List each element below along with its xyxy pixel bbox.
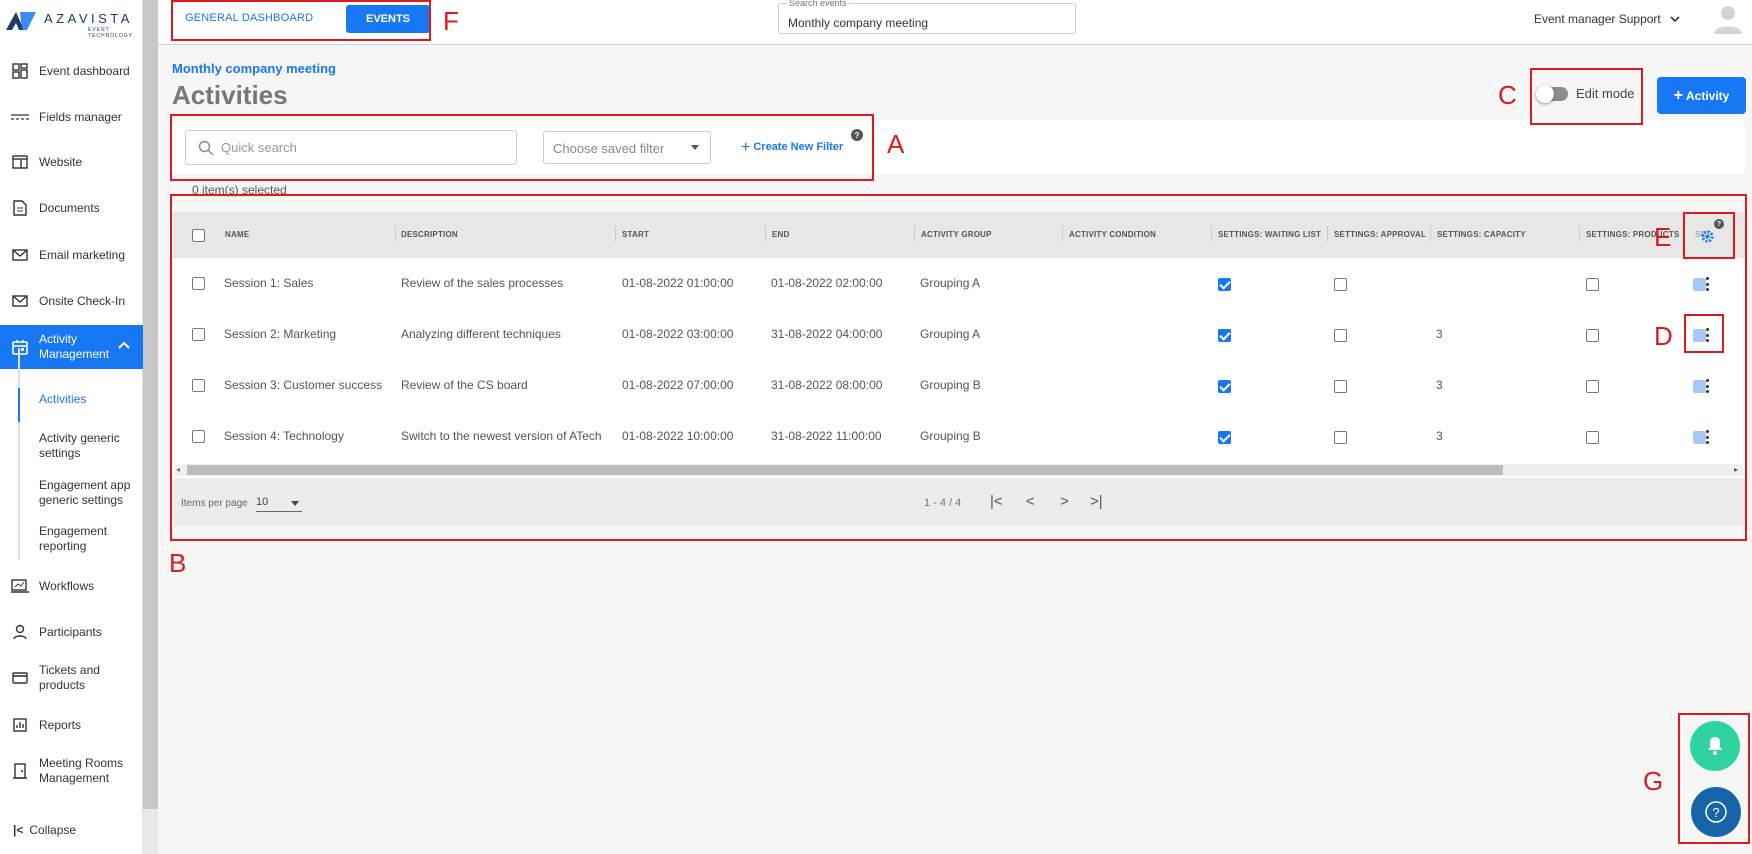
subitem-engagement-reporting[interactable]: Engagement reporting	[39, 524, 139, 554]
sidebar-item-documents[interactable]: Documents	[0, 199, 143, 217]
collapse-label: Collapse	[29, 823, 77, 837]
logo-text: AZAVISTA	[44, 11, 133, 26]
sidebar-item-meeting-rooms[interactable]: Meeting Rooms Management	[0, 747, 143, 795]
annotation-label-g: G	[1643, 766, 1664, 796]
annotation-box-e	[1683, 212, 1735, 259]
annotation-label-a: A	[887, 129, 905, 159]
annotation-box-b	[170, 194, 1747, 541]
subitem-activity-generic-settings[interactable]: Activity generic settings	[39, 431, 139, 461]
sidebar-item-website[interactable]: Website	[0, 153, 143, 171]
search-events-label: Search events	[787, 0, 849, 8]
sidebar-scrollbar[interactable]	[143, 0, 158, 809]
person-icon	[11, 623, 29, 641]
annotation-label-b: B	[169, 548, 187, 578]
add-activity-label: Activity	[1685, 88, 1730, 103]
dashboard-icon	[11, 62, 29, 80]
sidebar-item-label: Activity Management	[39, 332, 110, 361]
annotation-label-c: C	[1498, 80, 1517, 110]
collapse-icon: |<	[13, 823, 24, 837]
sidebar-item-label: Reports	[39, 717, 82, 732]
annotation-box-d	[1684, 314, 1724, 353]
door-icon	[11, 762, 29, 780]
sidebar-item-participants[interactable]: Participants	[0, 623, 143, 641]
mail-icon	[11, 292, 29, 310]
app-root: AZAVISTA EVENT TECHNOLOGY Event dashboar…	[0, 0, 1752, 854]
sidebar-item-activity-management[interactable]: Activity Management	[0, 325, 143, 369]
mail-icon	[11, 246, 29, 264]
submenu-active-indicator	[18, 388, 20, 422]
workflow-icon	[11, 577, 29, 595]
sidebar-item-workflows[interactable]: Workflows	[0, 577, 143, 595]
logo: AZAVISTA EVENT TECHNOLOGY	[6, 8, 136, 39]
annotation-box-g	[1678, 713, 1750, 844]
annotation-box-a	[170, 114, 874, 181]
annotation-box-f	[171, 0, 431, 41]
website-icon	[11, 153, 29, 171]
annotation-label-e: E	[1654, 222, 1672, 252]
subitem-engagement-app-settings[interactable]: Engagement app generic settings	[39, 478, 139, 508]
avatar[interactable]	[1712, 2, 1744, 34]
calendar-icon	[11, 338, 29, 356]
search-events-value: Monthly company meeting	[788, 16, 929, 30]
sidebar-item-label: Onsite Check-In	[39, 293, 126, 308]
chevron-down-icon	[1670, 16, 1680, 23]
page-title: Activities	[172, 80, 288, 110]
annotation-label-f: F	[443, 6, 459, 36]
add-activity-button[interactable]: + Activity	[1657, 77, 1746, 114]
fields-icon	[11, 108, 29, 126]
sidebar-item-label: Meeting Rooms Management	[39, 756, 124, 785]
submenu-line	[18, 348, 20, 560]
annotation-label-d: D	[1654, 321, 1673, 351]
sidebar-item-label: Fields manager	[39, 109, 122, 124]
search-events-field[interactable]: Search events Monthly company meeting	[778, 0, 1076, 34]
annotation-box-c	[1530, 68, 1643, 125]
sidebar: AZAVISTA EVENT TECHNOLOGY Event dashboar…	[0, 0, 143, 854]
sidebar-item-label: Tickets and products	[39, 663, 100, 692]
user-name: Event manager Support	[1534, 12, 1661, 26]
collapse-button[interactable]: |< Collapse	[13, 823, 76, 837]
document-icon	[11, 199, 29, 217]
sidebar-item-reports[interactable]: Reports	[0, 716, 143, 734]
sidebar-item-label: Email marketing	[39, 247, 126, 262]
breadcrumb[interactable]: Monthly company meeting	[172, 61, 336, 76]
sidebar-item-label: Event dashboard	[39, 63, 130, 78]
logo-tagline: EVENT TECHNOLOGY	[88, 27, 134, 39]
sidebar-item-onsite-checkin[interactable]: Onsite Check-In	[0, 285, 143, 317]
sidebar-item-label: Workflows	[39, 578, 95, 593]
sidebar-item-event-dashboard[interactable]: Event dashboard	[0, 55, 143, 87]
plus-icon: +	[1673, 86, 1683, 104]
user-menu[interactable]: Event manager Support	[1534, 12, 1680, 26]
sidebar-item-label: Participants	[39, 624, 102, 639]
logo-mark-icon	[6, 12, 36, 30]
sidebar-item-label: Documents	[39, 200, 100, 215]
sidebar-item-tickets-products[interactable]: Tickets and products	[0, 662, 143, 694]
sidebar-item-label: Website	[39, 154, 83, 169]
chevron-up-icon[interactable]	[118, 338, 130, 353]
ticket-icon	[11, 669, 29, 687]
subitem-activities[interactable]: Activities	[39, 392, 139, 407]
reports-icon	[11, 716, 29, 734]
sidebar-item-fields-manager[interactable]: Fields manager	[0, 101, 143, 133]
sidebar-item-email-marketing[interactable]: Email marketing	[0, 239, 143, 271]
